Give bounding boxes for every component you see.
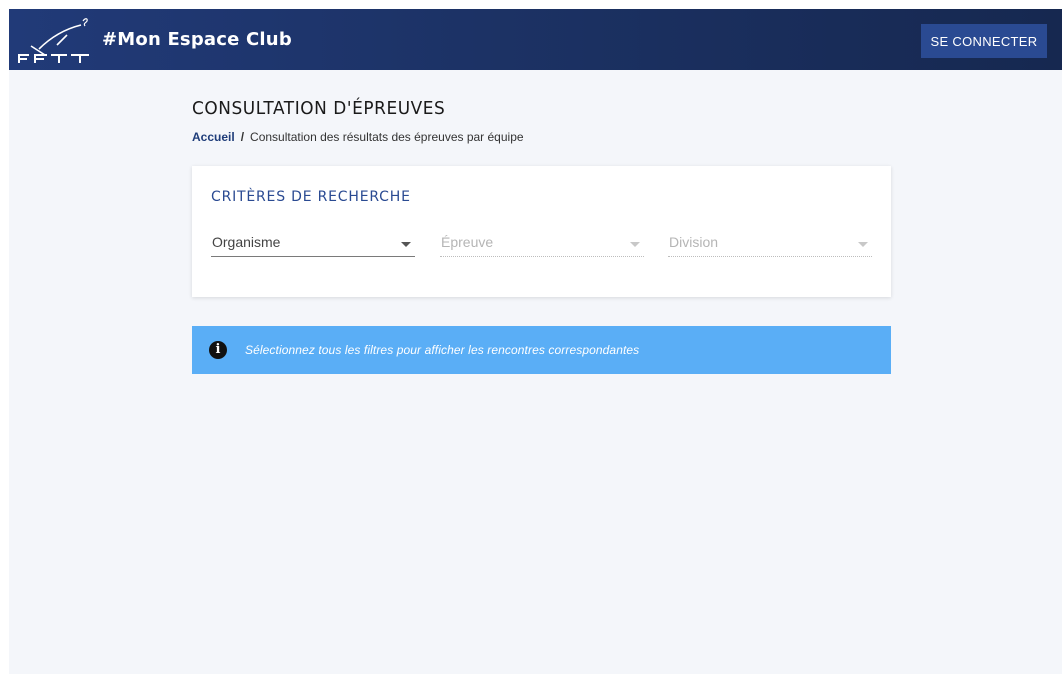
organisme-select[interactable]: Organisme xyxy=(211,232,415,257)
breadcrumb-current: Consultation des résultats des épreuves … xyxy=(250,130,524,144)
fftt-logo-icon xyxy=(18,18,89,63)
page-title: CONSULTATION D'ÉPREUVES xyxy=(192,98,446,119)
info-alert-text: Sélectionnez tous les filtres pour affic… xyxy=(245,343,640,357)
division-select-label: Division xyxy=(669,234,719,250)
breadcrumb-separator: / xyxy=(240,130,245,144)
login-button[interactable]: SE CONNECTER xyxy=(921,24,1047,58)
chevron-down-icon xyxy=(630,242,640,247)
breadcrumb-home-link[interactable]: Accueil xyxy=(192,130,235,144)
top-bar: #Mon Espace Club SE CONNECTER xyxy=(9,9,1062,70)
division-select: Division xyxy=(668,232,872,257)
search-criteria-title: CRITÈRES DE RECHERCHE xyxy=(211,189,411,205)
chevron-down-icon xyxy=(401,242,411,247)
app-title: #Mon Espace Club xyxy=(102,29,292,50)
chevron-down-icon xyxy=(858,242,868,247)
breadcrumb: Accueil / Consultation des résultats des é… xyxy=(192,130,524,144)
organisme-select-label: Organisme xyxy=(212,234,281,250)
epreuve-select: Épreuve xyxy=(440,232,644,257)
search-criteria-card: CRITÈRES DE RECHERCHE Organisme Épreuve … xyxy=(192,166,891,297)
info-alert: i Sélectionnez tous les filtres pour aff… xyxy=(192,326,891,374)
page: #Mon Espace Club SE CONNECTER CONSULTATI… xyxy=(9,9,1062,674)
epreuve-select-label: Épreuve xyxy=(441,234,494,250)
fftt-logo[interactable] xyxy=(17,15,97,65)
info-icon: i xyxy=(209,341,227,359)
